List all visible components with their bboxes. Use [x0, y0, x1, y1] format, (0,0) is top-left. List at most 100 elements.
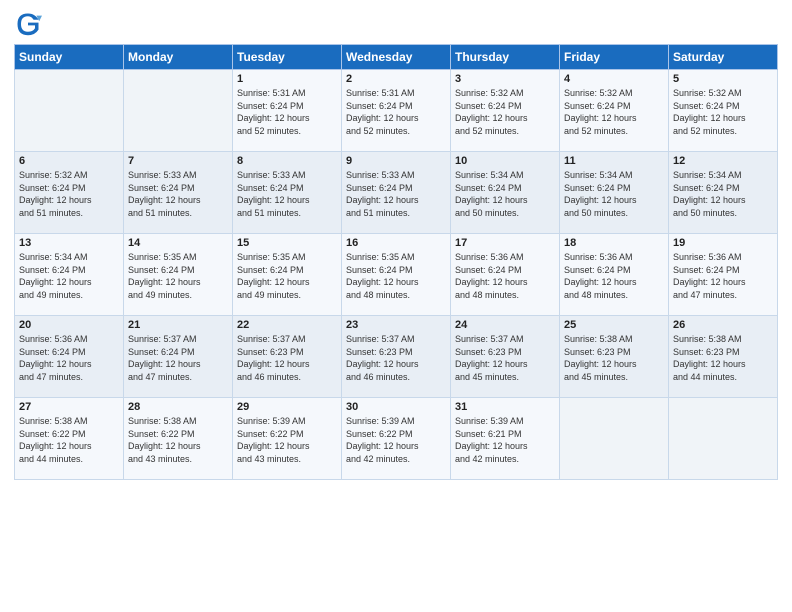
day-info: Sunrise: 5:39 AM Sunset: 6:22 PM Dayligh…	[237, 415, 337, 465]
day-number: 2	[346, 73, 446, 85]
calendar-cell: 12 Sunrise: 5:34 AM Sunset: 6:24 PM Dayli…	[669, 152, 778, 234]
calendar-cell: 26 Sunrise: 5:38 AM Sunset: 6:23 PM Dayli…	[669, 316, 778, 398]
day-number: 4	[564, 73, 664, 85]
weekday-header-monday: Monday	[124, 45, 233, 70]
calendar-cell: 3Sunrise: 5:32 AM Sunset: 6:24 PM Daylig…	[451, 70, 560, 152]
day-info: Sunrise: 5:34 AM Sunset: 6:24 PM Dayligh…	[455, 169, 555, 219]
day-number: 26	[673, 319, 773, 331]
calendar-cell: 14 Sunrise: 5:35 AM Sunset: 6:24 PM Dayli…	[124, 234, 233, 316]
calendar-cell	[560, 398, 669, 480]
day-info: Sunrise: 5:36 AM Sunset: 6:24 PM Dayligh…	[564, 251, 664, 301]
calendar-cell	[669, 398, 778, 480]
day-info: Sunrise: 5:37 AM Sunset: 6:23 PM Dayligh…	[237, 333, 337, 383]
calendar-cell: 9 Sunrise: 5:33 AM Sunset: 6:24 PM Daylig…	[342, 152, 451, 234]
day-info: Sunrise: 5:33 AM Sunset: 6:24 PM Dayligh…	[237, 169, 337, 219]
calendar-cell: 21 Sunrise: 5:37 AM Sunset: 6:24 PM Dayli…	[124, 316, 233, 398]
weekday-header-tuesday: Tuesday	[233, 45, 342, 70]
day-info: Sunrise: 5:32 AM Sunset: 6:24 PM Dayligh…	[455, 87, 555, 137]
calendar-cell: 10 Sunrise: 5:34 AM Sunset: 6:24 PM Dayli…	[451, 152, 560, 234]
day-number: 8	[237, 155, 337, 167]
weekday-header-wednesday: Wednesday	[342, 45, 451, 70]
day-info: Sunrise: 5:32 AM Sunset: 6:24 PM Dayligh…	[673, 87, 773, 137]
day-number: 6	[19, 155, 119, 167]
calendar-cell: 6 Sunrise: 5:32 AM Sunset: 6:24 PM Daylig…	[15, 152, 124, 234]
calendar-cell	[124, 70, 233, 152]
day-info: Sunrise: 5:38 AM Sunset: 6:22 PM Dayligh…	[19, 415, 119, 465]
day-info: Sunrise: 5:35 AM Sunset: 6:24 PM Dayligh…	[128, 251, 228, 301]
calendar-cell: 24 Sunrise: 5:37 AM Sunset: 6:23 PM Dayli…	[451, 316, 560, 398]
calendar-cell: 19 Sunrise: 5:36 AM Sunset: 6:24 PM Dayli…	[669, 234, 778, 316]
calendar-cell: 20 Sunrise: 5:36 AM Sunset: 6:24 PM Dayli…	[15, 316, 124, 398]
weekday-header-sunday: Sunday	[15, 45, 124, 70]
day-number: 12	[673, 155, 773, 167]
day-info: Sunrise: 5:34 AM Sunset: 6:24 PM Dayligh…	[673, 169, 773, 219]
week-row-1: 1 Sunrise: 5:31 AM Sunset: 6:24 PM Daylig…	[15, 70, 778, 152]
calendar-cell: 17 Sunrise: 5:36 AM Sunset: 6:24 PM Dayli…	[451, 234, 560, 316]
header	[14, 10, 778, 38]
weekday-header-thursday: Thursday	[451, 45, 560, 70]
day-info: Sunrise: 5:36 AM Sunset: 6:24 PM Dayligh…	[19, 333, 119, 383]
day-number: 20	[19, 319, 119, 331]
day-number: 1	[237, 73, 337, 85]
logo-icon	[14, 10, 42, 38]
weekday-header-friday: Friday	[560, 45, 669, 70]
day-info: Sunrise: 5:38 AM Sunset: 6:22 PM Dayligh…	[128, 415, 228, 465]
day-number: 9	[346, 155, 446, 167]
day-info: Sunrise: 5:36 AM Sunset: 6:24 PM Dayligh…	[455, 251, 555, 301]
day-number: 5	[673, 73, 773, 85]
day-number: 21	[128, 319, 228, 331]
day-info: Sunrise: 5:34 AM Sunset: 6:24 PM Dayligh…	[19, 251, 119, 301]
day-info: Sunrise: 5:36 AM Sunset: 6:24 PM Dayligh…	[673, 251, 773, 301]
calendar-container: SundayMondayTuesdayWednesdayThursdayFrid…	[0, 0, 792, 490]
day-number: 25	[564, 319, 664, 331]
week-row-5: 27 Sunrise: 5:38 AM Sunset: 6:22 PM Dayli…	[15, 398, 778, 480]
day-number: 14	[128, 237, 228, 249]
calendar-cell: 16 Sunrise: 5:35 AM Sunset: 6:24 PM Dayli…	[342, 234, 451, 316]
day-number: 29	[237, 401, 337, 413]
day-number: 27	[19, 401, 119, 413]
calendar-cell: 5 Sunrise: 5:32 AM Sunset: 6:24 PM Daylig…	[669, 70, 778, 152]
day-number: 13	[19, 237, 119, 249]
day-info: Sunrise: 5:38 AM Sunset: 6:23 PM Dayligh…	[673, 333, 773, 383]
day-info: Sunrise: 5:37 AM Sunset: 6:24 PM Dayligh…	[128, 333, 228, 383]
weekday-header-saturday: Saturday	[669, 45, 778, 70]
day-number: 22	[237, 319, 337, 331]
day-number: 19	[673, 237, 773, 249]
day-number: 23	[346, 319, 446, 331]
day-info: Sunrise: 5:33 AM Sunset: 6:24 PM Dayligh…	[128, 169, 228, 219]
day-info: Sunrise: 5:37 AM Sunset: 6:23 PM Dayligh…	[455, 333, 555, 383]
day-number: 24	[455, 319, 555, 331]
day-number: 11	[564, 155, 664, 167]
week-row-3: 13 Sunrise: 5:34 AM Sunset: 6:24 PM Dayli…	[15, 234, 778, 316]
day-info: Sunrise: 5:31 AM Sunset: 6:24 PM Dayligh…	[346, 87, 446, 137]
calendar-cell: 23 Sunrise: 5:37 AM Sunset: 6:23 PM Dayli…	[342, 316, 451, 398]
day-info: Sunrise: 5:37 AM Sunset: 6:23 PM Dayligh…	[346, 333, 446, 383]
calendar-table: SundayMondayTuesdayWednesdayThursdayFrid…	[14, 44, 778, 480]
day-info: Sunrise: 5:32 AM Sunset: 6:24 PM Dayligh…	[564, 87, 664, 137]
day-number: 31	[455, 401, 555, 413]
day-info: Sunrise: 5:39 AM Sunset: 6:22 PM Dayligh…	[346, 415, 446, 465]
calendar-cell: 7Sunrise: 5:33 AM Sunset: 6:24 PM Daylig…	[124, 152, 233, 234]
day-info: Sunrise: 5:35 AM Sunset: 6:24 PM Dayligh…	[346, 251, 446, 301]
day-number: 10	[455, 155, 555, 167]
calendar-cell: 18 Sunrise: 5:36 AM Sunset: 6:24 PM Dayli…	[560, 234, 669, 316]
calendar-cell: 2 Sunrise: 5:31 AM Sunset: 6:24 PM Daylig…	[342, 70, 451, 152]
day-info: Sunrise: 5:32 AM Sunset: 6:24 PM Dayligh…	[19, 169, 119, 219]
week-row-2: 6 Sunrise: 5:32 AM Sunset: 6:24 PM Daylig…	[15, 152, 778, 234]
calendar-cell: 1 Sunrise: 5:31 AM Sunset: 6:24 PM Daylig…	[233, 70, 342, 152]
logo	[14, 10, 46, 38]
day-number: 16	[346, 237, 446, 249]
week-row-4: 20 Sunrise: 5:36 AM Sunset: 6:24 PM Dayli…	[15, 316, 778, 398]
calendar-cell: 31Sunrise: 5:39 AM Sunset: 6:21 PM Dayli…	[451, 398, 560, 480]
day-number: 18	[564, 237, 664, 249]
calendar-cell: 11Sunrise: 5:34 AM Sunset: 6:24 PM Dayli…	[560, 152, 669, 234]
calendar-cell: 27 Sunrise: 5:38 AM Sunset: 6:22 PM Dayli…	[15, 398, 124, 480]
calendar-cell	[15, 70, 124, 152]
calendar-body: 1 Sunrise: 5:31 AM Sunset: 6:24 PM Daylig…	[15, 70, 778, 480]
day-info: Sunrise: 5:33 AM Sunset: 6:24 PM Dayligh…	[346, 169, 446, 219]
calendar-cell: 22 Sunrise: 5:37 AM Sunset: 6:23 PM Dayli…	[233, 316, 342, 398]
day-info: Sunrise: 5:38 AM Sunset: 6:23 PM Dayligh…	[564, 333, 664, 383]
day-number: 17	[455, 237, 555, 249]
day-info: Sunrise: 5:31 AM Sunset: 6:24 PM Dayligh…	[237, 87, 337, 137]
weekday-header-row: SundayMondayTuesdayWednesdayThursdayFrid…	[15, 45, 778, 70]
